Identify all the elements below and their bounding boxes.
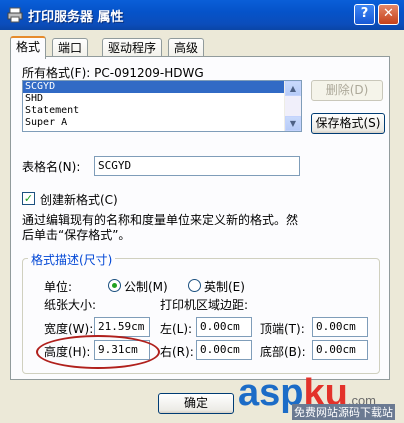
scroll-down-icon[interactable]: ▼ <box>285 116 301 131</box>
list-item[interactable]: SHD <box>23 93 301 105</box>
create-new-format-label: 创建新格式(C) <box>40 193 118 207</box>
save-format-button[interactable]: 保存格式(S) <box>311 113 385 134</box>
right-margin-input[interactable]: 0.00cm <box>196 340 252 360</box>
printer-server-properties-window: 打印服务器 属性 ? ✕ 格式 端口 驱动程序 高级 所有格式(F): PC-0… <box>0 0 404 423</box>
window-title: 打印服务器 属性 <box>28 10 124 25</box>
format-description-title: 格式描述(尺寸) <box>28 251 116 268</box>
watermark-subtitle: 免费网站源码下载站 <box>292 404 395 420</box>
imperial-label: 英制(E) <box>204 280 245 294</box>
printer-icon <box>7 7 23 23</box>
list-item[interactable]: SCGYD <box>23 81 301 93</box>
bottom-margin-label: 底部(B): <box>260 345 306 359</box>
scroll-up-icon[interactable]: ▲ <box>285 81 301 96</box>
create-new-format-checkbox[interactable]: ✓ <box>22 192 35 205</box>
close-button[interactable]: ✕ <box>378 4 399 25</box>
metric-radio[interactable] <box>108 279 121 292</box>
top-margin-label: 顶端(T): <box>260 322 305 336</box>
bottom-margin-input[interactable]: 0.00cm <box>312 340 368 360</box>
width-input[interactable]: 21.59cm <box>94 317 150 337</box>
left-margin-label: 左(L): <box>160 322 193 336</box>
all-formats-label: 所有格式(F): PC-091209-HDWG <box>22 66 204 80</box>
paper-size-label: 纸张大小: <box>44 298 97 312</box>
imperial-radio[interactable] <box>188 279 201 292</box>
ok-button[interactable]: 确定 <box>158 393 234 414</box>
right-margin-label: 右(R): <box>160 345 194 359</box>
hint-text-line2: 后单击“保存格式”。 <box>22 228 131 242</box>
form-name-label: 表格名(N): <box>22 160 81 174</box>
tab-ports[interactable]: 端口 <box>52 38 89 57</box>
left-margin-input[interactable]: 0.00cm <box>196 317 252 337</box>
delete-button[interactable]: 删除(D) <box>311 80 383 101</box>
form-name-input[interactable]: SCGYD <box>94 156 300 176</box>
metric-label: 公制(M) <box>124 280 168 294</box>
list-item[interactable]: Super A <box>23 117 301 129</box>
list-scrollbar[interactable]: ▲ ▼ <box>284 81 301 131</box>
highlight-annotation <box>36 335 160 369</box>
unit-label: 单位: <box>44 280 73 294</box>
tab-drivers[interactable]: 驱动程序 <box>102 38 163 57</box>
tab-formats[interactable]: 格式 <box>10 36 47 59</box>
formats-list[interactable]: SCGYD SHD Statement Super A ▲ ▼ <box>22 80 302 132</box>
title-bar[interactable]: 打印服务器 属性 ? ✕ <box>0 0 404 30</box>
tab-advanced[interactable]: 高级 <box>168 38 205 57</box>
top-margin-input[interactable]: 0.00cm <box>312 317 368 337</box>
printer-margins-label: 打印机区域边距: <box>160 298 249 312</box>
list-item[interactable]: Statement <box>23 105 301 117</box>
help-button[interactable]: ? <box>354 4 375 25</box>
